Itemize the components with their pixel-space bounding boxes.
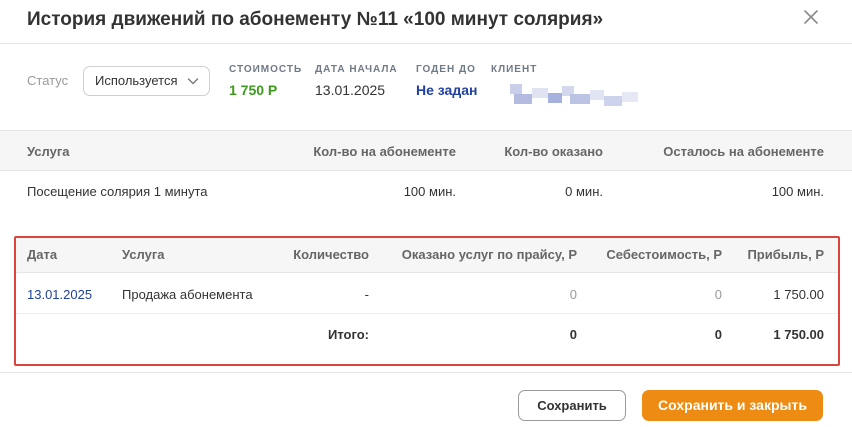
movement-quantity: - <box>364 287 369 302</box>
start-date-block: ДАТА НАЧАЛА 13.01.2025 <box>315 64 398 98</box>
total-profit: 1 750.00 <box>773 327 824 342</box>
chevron-down-icon <box>187 76 199 86</box>
movement-cost: 0 <box>714 287 722 302</box>
movement-profit: 1 750.00 <box>773 287 824 302</box>
header-quantity: Количество <box>293 247 369 262</box>
status-select[interactable]: Используется <box>83 66 210 96</box>
header-qty-provided: Кол-во оказано <box>504 144 603 159</box>
header-profit: Прибыль, Р <box>747 247 824 262</box>
start-date-value: 13.01.2025 <box>315 82 386 98</box>
start-date-label: ДАТА НАЧАЛА <box>315 64 398 75</box>
qty-on-subscription: 100 мин. <box>403 184 456 199</box>
header-service: Услуга <box>27 144 70 159</box>
valid-until-block: ГОДЕН ДО Не задан <box>416 64 477 98</box>
dialog-footer: Сохранить Сохранить и закрыть <box>0 372 852 427</box>
qty-provided: 0 мин. <box>565 184 603 199</box>
header-price-provided: Оказано услуг по прайсу, Р <box>401 247 577 262</box>
subscription-info: Статус Используется СТОИМОСТЬ 1 750 Р ДА… <box>0 44 852 130</box>
header-service: Услуга <box>122 247 165 262</box>
total-cost: 0 <box>714 327 722 342</box>
movements-table: Дата Услуга Количество Оказано услуг по … <box>14 236 840 366</box>
valid-until-value: Не задан <box>416 82 478 98</box>
save-button[interactable]: Сохранить <box>518 390 626 421</box>
dialog-header: История движений по абонементу №11 «100 … <box>0 0 852 44</box>
header-qty-remaining: Осталось на абонементе <box>663 144 824 159</box>
client-label: КЛИЕНТ <box>491 64 538 75</box>
movement-date-link[interactable]: 13.01.2025 <box>27 287 92 302</box>
save-and-close-button[interactable]: Сохранить и закрыть <box>642 390 823 421</box>
table-row: Посещение солярия 1 минута 100 мин. 0 ми… <box>0 171 852 211</box>
movement-price-provided: 0 <box>569 287 577 302</box>
table-row: 13.01.2025 Продажа абонемента - 0 0 1 75… <box>16 273 838 314</box>
status-label: Статус <box>27 73 69 88</box>
services-table-header: Услуга Кол-во на абонементе Кол-во оказа… <box>0 130 852 171</box>
header-qty-on-subscription: Кол-во на абонементе <box>313 144 456 159</box>
cost-block: СТОИМОСТЬ 1 750 Р <box>229 64 302 98</box>
header-cost: Себестоимость, Р <box>606 247 722 262</box>
totals-row: Итого: 0 0 1 750.00 <box>16 314 838 355</box>
dialog-title: История движений по абонементу №11 «100 … <box>27 9 604 30</box>
services-table: Услуга Кол-во на абонементе Кол-во оказа… <box>0 130 852 211</box>
cost-value: 1 750 Р <box>229 82 278 98</box>
status-select-value: Используется <box>95 73 178 88</box>
total-price-provided: 0 <box>569 327 577 342</box>
client-block: КЛИЕНТ <box>491 64 537 75</box>
client-name-blurred[interactable] <box>510 84 640 110</box>
valid-until-label: ГОДЕН ДО <box>416 64 476 75</box>
movements-table-header: Дата Услуга Количество Оказано услуг по … <box>16 238 838 273</box>
service-name: Посещение солярия 1 минута <box>27 184 208 199</box>
header-date: Дата <box>27 247 58 262</box>
total-label: Итого: <box>328 327 369 342</box>
qty-remaining: 100 мин. <box>771 184 824 199</box>
movement-service: Продажа абонемента <box>122 287 253 302</box>
cost-label: СТОИМОСТЬ <box>229 64 303 75</box>
close-icon[interactable] <box>800 6 822 28</box>
